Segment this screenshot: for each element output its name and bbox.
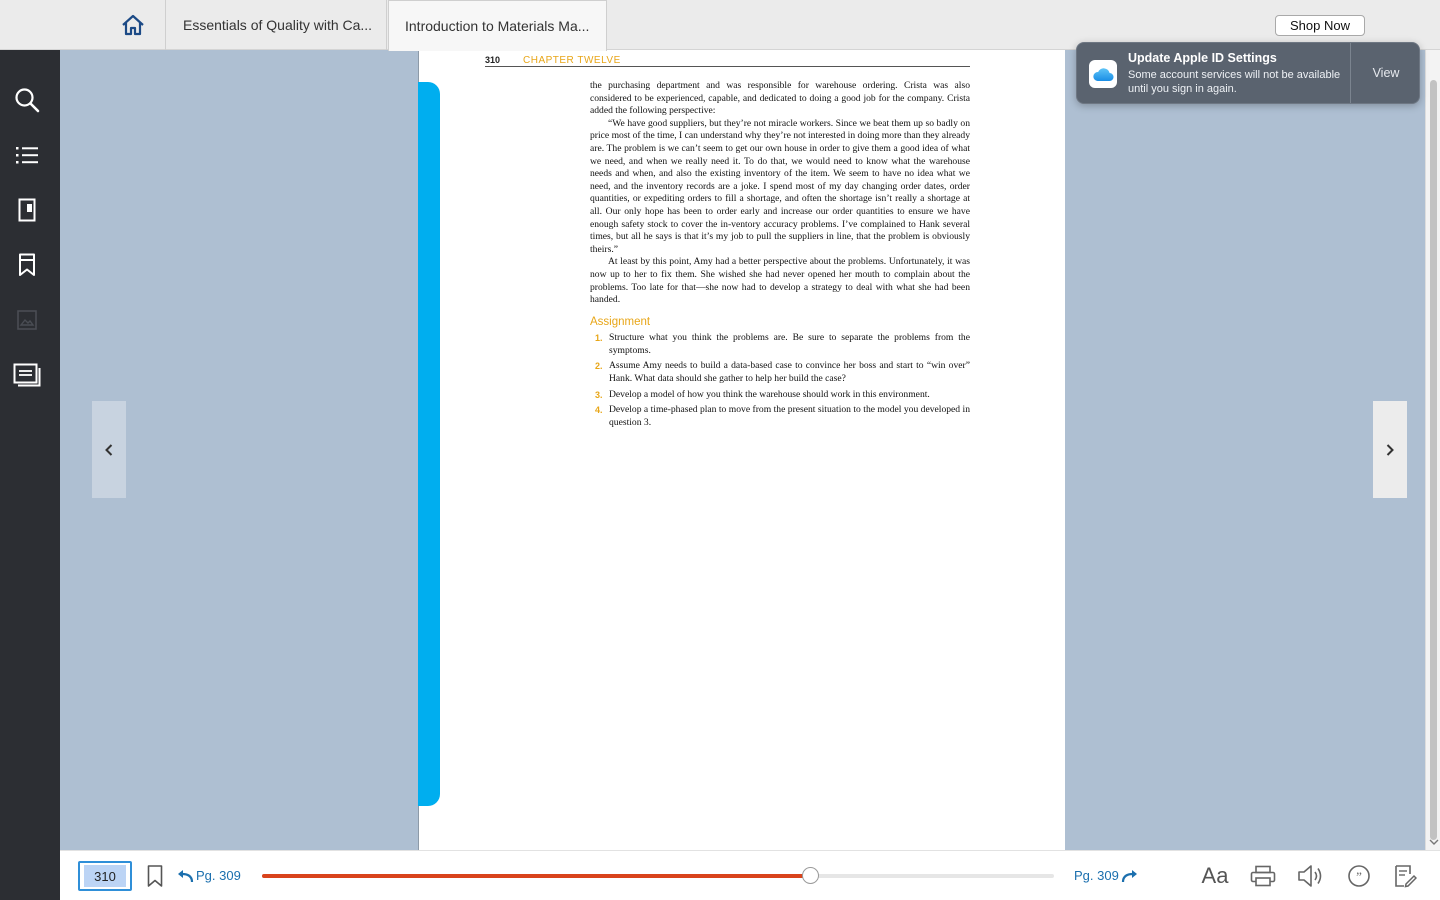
quote-icon: ” — [1348, 865, 1370, 887]
speaker-icon — [1298, 865, 1322, 887]
assignment-list: 1. Structure what you think the problems … — [590, 332, 970, 429]
assignment-text: Develop a time-phased plan to move from … — [609, 404, 970, 428]
bookmark-icon — [147, 865, 163, 887]
page-number: 310 — [485, 55, 501, 65]
read-aloud-button[interactable] — [1296, 862, 1326, 890]
bookmarks-button[interactable] — [13, 251, 41, 279]
assignment-text: Assume Amy needs to build a data-based c… — [609, 360, 970, 385]
add-bookmark-button[interactable] — [146, 864, 166, 890]
icloud-icon — [1089, 60, 1117, 88]
left-sidebar — [0, 50, 60, 900]
search-icon — [15, 88, 40, 113]
chevron-down-icon — [1429, 839, 1438, 845]
tab-introduction-to-materials[interactable]: Introduction to Materials Ma... — [388, 0, 607, 51]
page-header: 310 CHAPTER TWELVE — [485, 55, 970, 67]
assignment-heading: Assignment — [590, 315, 651, 328]
paragraph: “We have good suppliers, but they’re not… — [590, 117, 970, 255]
scrollbar-thumb[interactable] — [1430, 80, 1437, 840]
vertical-scrollbar[interactable] — [1425, 50, 1440, 850]
progress-knob[interactable] — [802, 867, 820, 884]
search-button[interactable] — [13, 86, 41, 114]
page-highlight-marker — [418, 82, 440, 806]
page-body: the purchasing department and was respon… — [590, 80, 970, 432]
assignment-number: 3. — [595, 389, 603, 400]
undo-arrow-icon — [178, 869, 194, 882]
chevron-left-icon — [105, 443, 113, 456]
back-page-label: Pg. 309 — [196, 868, 241, 883]
assignment-number: 2. — [595, 361, 603, 372]
redo-arrow-icon — [1121, 869, 1137, 882]
notification-title: Update Apple ID Settings — [1128, 51, 1277, 65]
page-view-button[interactable] — [13, 196, 41, 224]
notes-icon — [13, 363, 41, 387]
tab-essentials-of-quality[interactable]: Essentials of Quality with Ca... — [167, 0, 387, 50]
forward-page-label: Pg. 309 — [1074, 868, 1119, 883]
bookmarks-icon — [19, 253, 35, 276]
home-icon — [121, 14, 144, 36]
chapter-title: CHAPTER TWELVE — [523, 55, 621, 66]
back-to-page-link[interactable]: Pg. 309 — [176, 868, 241, 883]
font-settings-button[interactable]: Aa — [1200, 862, 1230, 890]
assignment-item: 4. Develop a time-phased plan to move fro… — [590, 404, 970, 429]
notes-button[interactable] — [13, 361, 41, 389]
table-of-contents-icon — [16, 147, 38, 164]
reading-area: 310 CHAPTER TWELVE the purchasing depart… — [60, 50, 1425, 850]
print-button[interactable] — [1248, 862, 1278, 890]
chevron-right-icon — [1386, 443, 1394, 456]
svg-text:”: ” — [1356, 869, 1362, 884]
font-settings-icon: Aa — [1201, 863, 1229, 888]
assignment-number: 1. — [595, 333, 603, 344]
apple-id-notification[interactable]: Update Apple ID Settings Some account se… — [1076, 42, 1420, 104]
scroll-down-button[interactable] — [1428, 838, 1439, 850]
assignment-text: Structure what you think the problems ar… — [609, 332, 970, 356]
bottom-toolbar: Pg. 309 Pg. 309 Aa ” — [60, 850, 1440, 900]
book-page: 310 CHAPTER TWELVE the purchasing depart… — [418, 50, 1065, 850]
table-of-contents-button[interactable] — [13, 141, 41, 169]
previous-page-button[interactable] — [92, 401, 126, 498]
notification-view-button[interactable]: View — [1351, 43, 1421, 103]
home-button[interactable] — [100, 0, 166, 50]
paragraph: At least by this point, Amy had a better… — [590, 256, 970, 306]
assignment-item: 1. Structure what you think the problems … — [590, 332, 970, 357]
citation-button[interactable]: ” — [1344, 862, 1374, 890]
assignment-item: 2. Assume Amy needs to build a data-based… — [590, 360, 970, 385]
tab-label: Introduction to Materials Ma... — [405, 18, 590, 34]
forward-to-page-link[interactable]: Pg. 309 — [1074, 868, 1139, 883]
page-number-input[interactable] — [78, 861, 132, 891]
printer-icon — [1250, 865, 1276, 887]
assignment-item: 3. Develop a model of how you think the w… — [590, 389, 970, 402]
edit-notes-icon — [1395, 865, 1417, 888]
tab-label: Essentials of Quality with Ca... — [183, 17, 373, 33]
page-view-icon — [18, 198, 36, 222]
paragraph: the purchasing department and was respon… — [590, 80, 970, 117]
reading-progress-slider[interactable] — [262, 867, 1054, 884]
assignment-text: Develop a model of how you think the war… — [609, 388, 930, 400]
next-page-button[interactable] — [1373, 401, 1407, 498]
assignment-number: 4. — [595, 405, 603, 416]
image-button — [13, 306, 41, 334]
notes-edit-button[interactable] — [1390, 862, 1420, 890]
image-icon — [17, 310, 37, 330]
notification-message: Some account services will not be availa… — [1128, 69, 1341, 95]
shop-now-button[interactable]: Shop Now — [1275, 15, 1365, 36]
progress-fill — [262, 874, 811, 878]
